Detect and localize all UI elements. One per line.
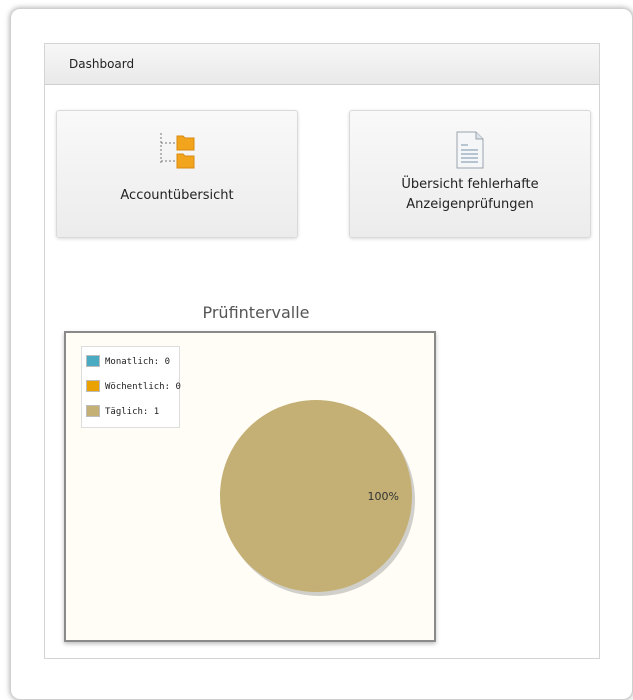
pie-chart: Monatlich: 0 Wöchentlich: 0 Täglich: 1 1… <box>64 331 436 642</box>
document-list-icon <box>456 131 484 169</box>
pie-slice-label: 100% <box>367 490 398 503</box>
chart-title: Prüfintervalle <box>202 303 310 322</box>
panel-title: Dashboard <box>69 57 135 71</box>
account-overview-label: Accountübersicht <box>120 188 234 203</box>
faulty-ad-checks-tile[interactable]: Übersicht fehlerhafte Anzeigenprüfungen <box>349 110 591 238</box>
panel-header: Dashboard <box>45 44 599 85</box>
faulty-ad-checks-label-line1: Übersicht fehlerhafte <box>401 177 539 192</box>
pie-plot-area: 100% <box>220 400 415 596</box>
account-overview-tile[interactable]: Accountübersicht <box>56 110 298 238</box>
folder-tree-icon <box>160 133 195 169</box>
faulty-ad-checks-label-line2: Anzeigenprüfungen <box>406 197 534 212</box>
